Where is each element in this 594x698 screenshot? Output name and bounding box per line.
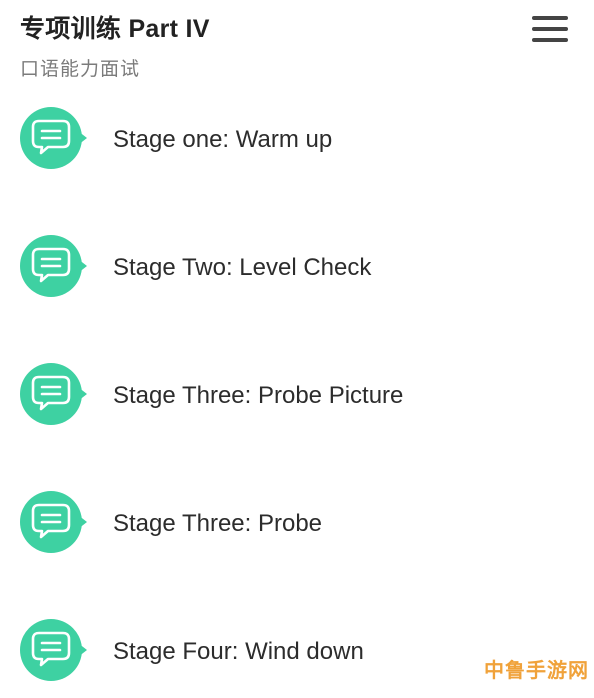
chat-bubble-icon [20, 235, 87, 297]
chat-bubble-icon [20, 107, 87, 169]
chat-bubble-icon [20, 619, 87, 681]
stage-label: Stage Three: Probe [113, 510, 323, 537]
stage-label: Stage Three: Probe Picture [113, 382, 404, 409]
stage-label: Stage Two: Level Check [113, 254, 372, 281]
menu-bar-bottom [532, 38, 568, 42]
watermark: 中鲁手游网 [484, 660, 589, 682]
stage-item-warm-up[interactable]: Stage one: Warm up [0, 90, 594, 186]
hamburger-menu-icon[interactable] [526, 12, 574, 46]
chat-bubble-icon [20, 491, 87, 553]
stage-label: Stage Four: Wind down [113, 638, 364, 665]
stage-item-level-check[interactable]: Stage Two: Level Check [0, 218, 594, 314]
page-title: 专项训练 Part IV [20, 15, 210, 43]
chat-bubble-icon [20, 363, 87, 425]
stage-label: Stage one: Warm up [113, 126, 333, 153]
page-subtitle: 口语能力面试 [20, 59, 141, 80]
stage-item-probe-picture[interactable]: Stage Three: Probe Picture [0, 346, 594, 442]
menu-bar-top [532, 16, 568, 20]
app-header: 专项训练 Part IV 口语能力面试 [0, 0, 594, 90]
stage-item-probe[interactable]: Stage Three: Probe [0, 474, 594, 570]
menu-bar-middle [532, 27, 568, 31]
